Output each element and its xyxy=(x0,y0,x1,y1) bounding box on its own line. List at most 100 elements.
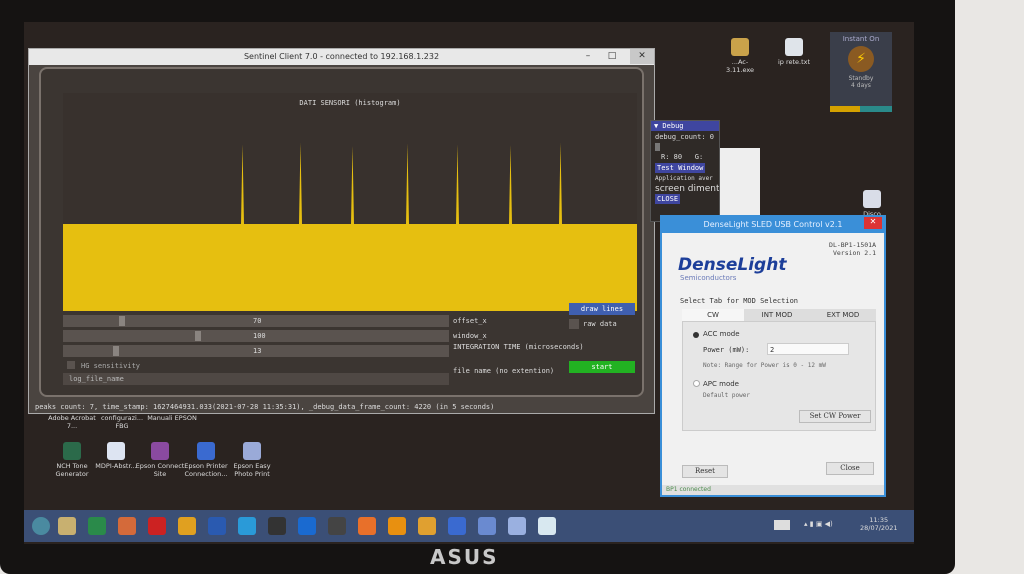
maximize-button[interactable]: □ xyxy=(600,49,624,64)
set-cw-power-button[interactable]: Set CW Power xyxy=(799,410,871,423)
taskbar-app-icon[interactable] xyxy=(538,517,556,535)
apc-mode-radio[interactable] xyxy=(693,380,700,387)
window-x-slider[interactable]: 100 xyxy=(63,330,449,342)
power-input[interactable]: 2 xyxy=(767,343,849,355)
power-note: Note: Range for Power is 0 - 12 mW xyxy=(703,362,826,369)
taskbar-acrobat-icon[interactable] xyxy=(148,517,166,535)
integration-label: INTEGRATION TIME (microseconds) xyxy=(453,343,584,351)
offset-x-label: offset_x xyxy=(453,317,487,325)
version: Version 2.1 xyxy=(832,249,876,257)
histogram-plot: DATI SENSORI (histogram) xyxy=(63,93,637,311)
taskbar-explorer-icon[interactable] xyxy=(58,517,76,535)
taskbar-office-icon[interactable] xyxy=(418,517,436,535)
histogram-peak xyxy=(456,144,459,224)
reset-button[interactable]: Reset xyxy=(682,465,728,478)
power-label: Power (mW): xyxy=(703,346,750,354)
taskbar-app-icon[interactable] xyxy=(448,517,466,535)
text-file-icon xyxy=(785,38,803,56)
histogram-peak xyxy=(351,145,354,224)
test-window-button[interactable]: Test Window xyxy=(655,163,706,173)
desktop-icon-ip-rete[interactable]: ip rete.txt xyxy=(774,38,814,66)
instant-on-title: Instant On xyxy=(842,35,880,43)
taskbar-vlc-icon[interactable] xyxy=(388,517,406,535)
epson-connect-icon xyxy=(151,442,169,460)
debug-title[interactable]: ▼ Debug xyxy=(651,121,719,131)
instant-on-widget[interactable]: Instant On ⚡ Standby 4 days xyxy=(830,32,892,112)
label: NCH Tone Generator xyxy=(55,462,89,478)
histogram-baseline xyxy=(63,224,637,311)
acc-mode-radio[interactable] xyxy=(693,332,699,338)
taskbar-powerpoint-icon[interactable] xyxy=(118,517,136,535)
start-button[interactable]: start xyxy=(569,361,635,373)
denselight-close-icon[interactable]: ✕ xyxy=(864,217,882,229)
printer-icon xyxy=(197,442,215,460)
offset-x-slider[interactable]: 70 xyxy=(63,315,449,327)
file-name-label: file name (no extention) xyxy=(453,367,555,375)
desktop-icon-acrobat[interactable]: Adobe Acrobat 7... xyxy=(44,414,100,430)
plot-title: DATI SENSORI (histogram) xyxy=(299,99,401,107)
sentinel-client-window: Sentinel Client 7.0 - connected to 192.1… xyxy=(28,48,655,414)
taskbar-labview-icon[interactable] xyxy=(268,517,286,535)
clock-time: 11:35 xyxy=(869,516,889,524)
photo-print-icon xyxy=(243,442,261,460)
taskbar-word-icon[interactable] xyxy=(208,517,226,535)
desktop-icon-epson-photo[interactable]: Epson Easy Photo Print xyxy=(224,442,280,478)
taskbar-excel-icon[interactable] xyxy=(88,517,106,535)
taskbar-internet-explorer-icon[interactable] xyxy=(238,517,256,535)
denselight-window: DenseLight SLED USB Control v2.1 ✕ DL-BP… xyxy=(660,215,886,497)
clock[interactable]: 11:35 28/07/2021 xyxy=(860,516,897,532)
taskbar-app-icon[interactable] xyxy=(478,517,496,535)
taskbar-app-icon[interactable] xyxy=(298,517,316,535)
acc-mode-label: ACC mode xyxy=(703,330,740,338)
histogram-peak xyxy=(299,142,302,224)
start-orb-icon[interactable] xyxy=(32,517,50,535)
instant-on-button-left[interactable] xyxy=(830,106,860,112)
raw-data-label: raw data xyxy=(583,320,617,328)
default-power-label: Default power xyxy=(703,392,750,399)
desktop-icon-manuali-epson[interactable]: Manuali EPSON xyxy=(144,414,200,422)
log-file-placeholder: log_file_name xyxy=(69,375,124,383)
taskbar: ▴ ▮ ▣ ◀) 11:35 28/07/2021 xyxy=(24,510,914,542)
hi-sensitivity-checkbox[interactable] xyxy=(67,361,75,369)
tab-cw[interactable]: CW xyxy=(682,309,744,321)
instant-on-button-right[interactable] xyxy=(860,106,892,112)
taskbar-firefox-icon[interactable] xyxy=(358,517,376,535)
debug-close-button[interactable]: CLOSE xyxy=(655,194,681,204)
taskbar-chrome-icon[interactable] xyxy=(178,517,196,535)
lightning-icon: ⚡ xyxy=(848,46,874,72)
desktop-icon-disco[interactable]: Disco xyxy=(854,190,890,218)
apc-mode-label: APC mode xyxy=(703,380,739,388)
taskbar-app-icon[interactable] xyxy=(328,517,346,535)
window-title: Sentinel Client 7.0 - connected to 192.1… xyxy=(29,49,654,65)
label: Epson Printer Connection... xyxy=(184,462,228,478)
debug-count: debug_count: 0 xyxy=(655,133,715,141)
screen: ...Ac-3.11.exe ip rete.txt Disco Instant… xyxy=(24,22,914,544)
raw-data-checkbox[interactable] xyxy=(569,319,579,329)
r-value: R: 80 xyxy=(661,153,683,161)
taskbar-app-icon[interactable] xyxy=(508,517,526,535)
standby-label: Standby xyxy=(848,75,874,82)
close-button[interactable]: ✕ xyxy=(630,49,654,64)
label: Epson Easy Photo Print xyxy=(233,462,271,478)
keyboard-icon[interactable] xyxy=(774,520,790,530)
integration-time-slider[interactable]: 13 xyxy=(63,345,449,357)
tray-icons[interactable]: ▴ ▮ ▣ ◀) xyxy=(804,520,833,528)
hi-sensitivity-label: HG sensitivity xyxy=(81,362,141,370)
desktop-icon-configurazioni-fbg[interactable]: configurazi... FBG xyxy=(94,414,150,430)
debug-slider[interactable] xyxy=(655,143,660,151)
window-x-value: 100 xyxy=(253,332,266,340)
g-value: G: xyxy=(694,153,704,161)
tab-ext-mod[interactable]: EXT MOD xyxy=(810,309,876,321)
log-file-input[interactable]: log_file_name xyxy=(63,373,449,385)
window-x-label: window_x xyxy=(453,332,487,340)
days-label: 4 days xyxy=(851,82,871,89)
desktop-icon-exe[interactable]: ...Ac-3.11.exe xyxy=(720,38,760,74)
minimize-button[interactable]: – xyxy=(576,49,600,64)
offset-x-value: 70 xyxy=(253,317,262,325)
debug-panel: ▼ Debug debug_count: 0 R: 80 G: Test Win… xyxy=(650,120,720,222)
draw-lines-button[interactable]: draw lines xyxy=(569,303,635,315)
close-dialog-button[interactable]: Close xyxy=(826,462,874,475)
label: MDPI-Abstr... xyxy=(95,462,137,470)
tab-int-mod[interactable]: INT MOD xyxy=(744,309,810,321)
denselight-logo: DenseLight xyxy=(678,255,787,275)
